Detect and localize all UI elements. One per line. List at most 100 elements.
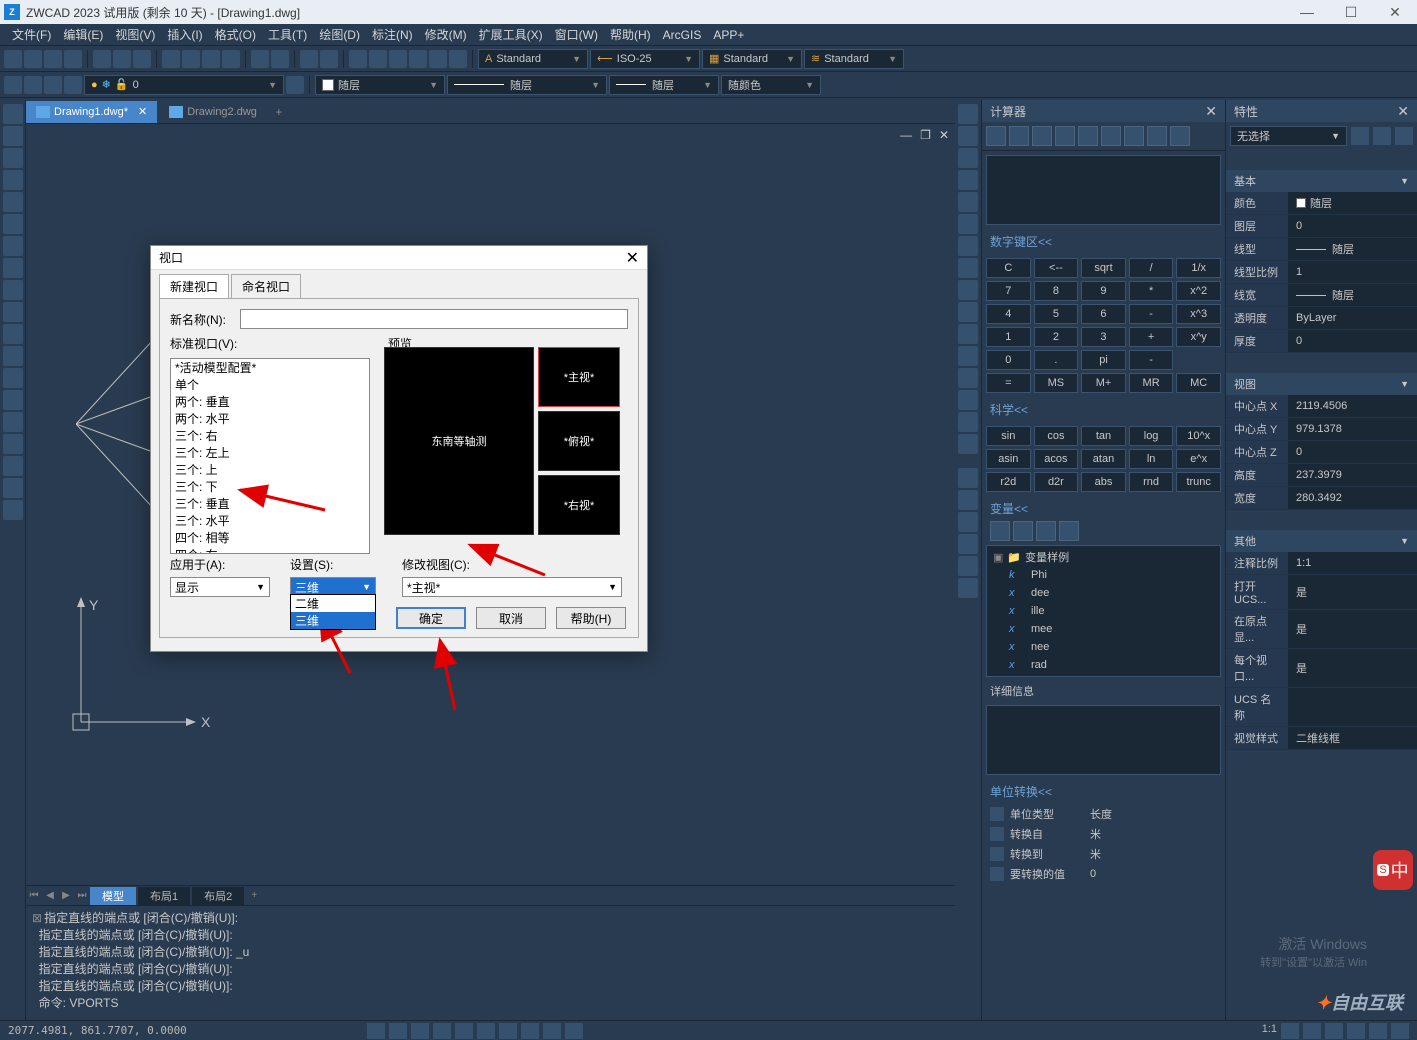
layeroff-icon[interactable] <box>64 76 82 94</box>
preview-icon[interactable] <box>113 50 131 68</box>
osnap-icon[interactable] <box>455 1023 473 1039</box>
dyn-icon[interactable] <box>521 1023 539 1039</box>
calc-unit-row[interactable]: 要转换的值0 <box>982 864 1225 884</box>
menu-dim[interactable]: 标注(N) <box>366 26 419 43</box>
calc-btn[interactable]: sqrt <box>1081 258 1126 278</box>
close-icon[interactable]: ✕ <box>1205 103 1217 120</box>
calc-var-btn4[interactable] <box>1059 521 1079 541</box>
menu-edit[interactable]: 编辑(E) <box>57 26 109 43</box>
redo-icon[interactable] <box>271 50 289 68</box>
calc-btn[interactable]: trunc <box>1176 472 1221 492</box>
revcloud-icon[interactable] <box>3 258 23 278</box>
calc-unit-row[interactable]: 转换到米 <box>982 844 1225 864</box>
calc-clear-icon[interactable] <box>986 126 1006 146</box>
ws-icon[interactable] <box>1303 1023 1321 1039</box>
calc-var-btn3[interactable] <box>1036 521 1056 541</box>
calc-dist-icon[interactable] <box>1078 126 1098 146</box>
layermgr-icon[interactable] <box>286 76 304 94</box>
plot-icon[interactable] <box>93 50 111 68</box>
layout-add-icon[interactable]: + <box>246 890 262 901</box>
calc-btn[interactable]: . <box>1034 350 1079 370</box>
calc-pick-icon[interactable] <box>1055 126 1075 146</box>
calc-btn[interactable]: atan <box>1081 449 1126 469</box>
calc-numkeys-header[interactable]: 数字键区<< <box>982 229 1225 254</box>
cfg-icon[interactable] <box>1391 1023 1409 1039</box>
calc-btn[interactable]: 1 <box>986 327 1031 347</box>
join-icon[interactable] <box>958 368 978 388</box>
calc-btn[interactable]: 7 <box>986 281 1031 301</box>
preview-front-view[interactable]: *俯视* <box>538 411 620 471</box>
match-icon[interactable] <box>222 50 240 68</box>
props-qselect-icon[interactable] <box>1373 127 1391 145</box>
text-style-combo[interactable]: AStandard▼ <box>478 49 588 69</box>
fillet-icon[interactable] <box>958 412 978 432</box>
props-flash-icon[interactable] <box>1395 127 1413 145</box>
calc-btn[interactable]: r2d <box>986 472 1031 492</box>
calc-btn[interactable]: 0 <box>986 350 1031 370</box>
menu-insert[interactable]: 插入(I) <box>161 26 208 43</box>
calc-btn[interactable]: 3 <box>1081 327 1126 347</box>
new-name-input[interactable] <box>240 309 628 329</box>
apply-combo[interactable]: 显示▼ <box>170 577 270 597</box>
calc-display[interactable] <box>986 155 1221 225</box>
lineweight-combo[interactable]: 随层▼ <box>609 75 719 95</box>
undo-icon[interactable] <box>251 50 269 68</box>
maximize-button[interactable]: ☐ <box>1329 0 1373 24</box>
calc-btn[interactable]: cos <box>1034 426 1079 446</box>
calc-btn[interactable]: 6 <box>1081 304 1126 324</box>
menu-help[interactable]: 帮助(H) <box>604 26 657 43</box>
calc-btn[interactable]: / <box>1129 258 1174 278</box>
setup-dropdown[interactable]: 二维 三维 <box>290 594 376 630</box>
dialog-tab-new[interactable]: 新建视口 <box>159 274 229 298</box>
calc-unit-row[interactable]: 单位类型长度 <box>982 804 1225 824</box>
calc-btn[interactable]: 8 <box>1034 281 1079 301</box>
layerlock-icon[interactable] <box>44 76 62 94</box>
chamfer-icon[interactable] <box>958 390 978 410</box>
break-icon[interactable] <box>958 346 978 366</box>
props-icon[interactable] <box>409 50 427 68</box>
calc-btn[interactable]: sin <box>986 426 1031 446</box>
calc-btn[interactable]: MR <box>1129 373 1174 393</box>
viewport-restore-icon[interactable]: ❐ <box>920 128 931 142</box>
arc-icon[interactable] <box>3 214 23 234</box>
trim-icon[interactable] <box>958 302 978 322</box>
insert-icon[interactable] <box>3 346 23 366</box>
model-icon[interactable] <box>543 1023 561 1039</box>
calc-btn[interactable]: abs <box>1081 472 1126 492</box>
preview-top-view[interactable]: *主视* <box>538 347 620 407</box>
calc-btn[interactable]: + <box>1129 327 1174 347</box>
viewport-close-icon[interactable]: ✕ <box>939 128 949 142</box>
dim5-icon[interactable] <box>958 556 978 576</box>
doc-tab-active[interactable]: Drawing1.dwg*✕ <box>26 101 157 123</box>
calc-var-tree[interactable]: ▣ 📁 变量样例 kPhi xdee xille xmee xnee xrad <box>986 545 1221 677</box>
gradient-icon[interactable] <box>3 434 23 454</box>
dim4-icon[interactable] <box>958 534 978 554</box>
calc-btn[interactable]: MC <box>1176 373 1221 393</box>
hatch-icon[interactable] <box>3 412 23 432</box>
props-selection-combo[interactable]: 无选择▼ <box>1230 126 1347 146</box>
calc-vars-header[interactable]: 变量<< <box>982 496 1225 521</box>
calc-btn[interactable]: = <box>986 373 1031 393</box>
calc-int-icon[interactable] <box>1124 126 1144 146</box>
ellipsearc-icon[interactable] <box>3 324 23 344</box>
stretch-icon[interactable] <box>958 280 978 300</box>
menu-view[interactable]: 视图(V) <box>109 26 161 43</box>
calc-var-btn1[interactable] <box>990 521 1010 541</box>
color-combo[interactable]: 随层▼ <box>315 75 445 95</box>
doc-tab-inactive[interactable]: Drawing2.dwg <box>159 101 267 123</box>
lwt-icon[interactable] <box>499 1023 517 1039</box>
menu-tools[interactable]: 工具(T) <box>262 26 313 43</box>
cut-icon[interactable] <box>162 50 180 68</box>
status-scale[interactable]: 1:1 <box>1262 1023 1277 1039</box>
calc-btn[interactable]: log <box>1129 426 1174 446</box>
table-style-combo[interactable]: ▦Standard▼ <box>702 49 802 69</box>
calc-btn[interactable]: C <box>986 258 1031 278</box>
calc-hist-icon[interactable] <box>1009 126 1029 146</box>
saveas-icon[interactable] <box>64 50 82 68</box>
calc-help-icon[interactable] <box>1170 126 1190 146</box>
calc-btn[interactable]: - <box>1129 350 1174 370</box>
circle-icon[interactable] <box>3 236 23 256</box>
calc-sci-header[interactable]: 科学<< <box>982 397 1225 422</box>
calc-paste-icon[interactable] <box>1032 126 1052 146</box>
layer-current-combo[interactable]: ●❄🔓 0▼ <box>84 75 284 95</box>
